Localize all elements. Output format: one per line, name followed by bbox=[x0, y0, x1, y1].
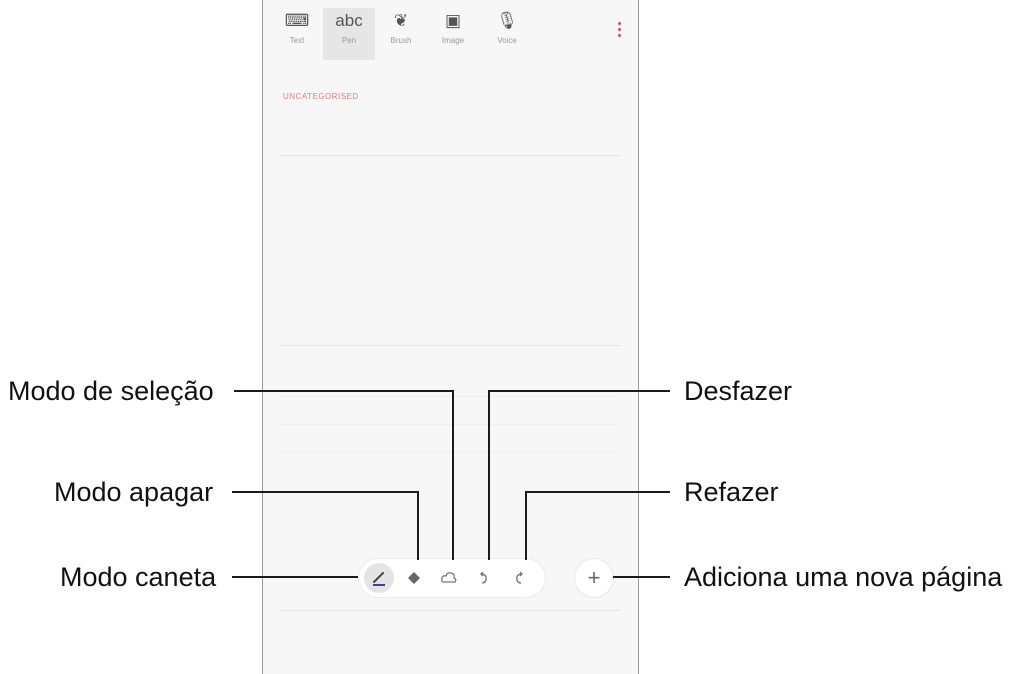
callout-line-redo bbox=[525, 491, 670, 560]
callout-undo: Desfazer bbox=[684, 376, 793, 406]
callout-pen-mode: Modo caneta bbox=[60, 562, 217, 592]
callout-line-undo bbox=[488, 390, 670, 560]
callout-redo: Refazer bbox=[684, 477, 779, 507]
callout-add-page: Adiciona uma nova página bbox=[684, 562, 1003, 592]
callout-line-eraser bbox=[232, 491, 419, 560]
callout-eraser-mode: Modo apagar bbox=[54, 477, 214, 507]
callout-line-selection bbox=[234, 390, 454, 560]
callout-selection-mode: Modo de seleção bbox=[8, 376, 214, 406]
